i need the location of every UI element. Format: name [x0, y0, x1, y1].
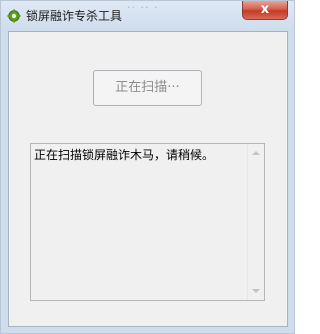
titlebar-ghost-text: ·· ·· · [127, 1, 159, 14]
title-bar[interactable]: 锁屏融诈专杀工具 ·· ·· · x [1, 1, 294, 31]
client-area: 正在扫描··· 正在扫描锁屏融诈木马，请稍候。 [8, 31, 288, 327]
window-title: 锁屏融诈专杀工具 [26, 9, 123, 23]
scan-log-textarea[interactable]: 正在扫描锁屏融诈木马，请稍候。 [30, 143, 265, 301]
app-window: 锁屏融诈专杀工具 ·· ·· · x 正在扫描··· 正在扫描锁屏融诈木马，请稍… [0, 0, 295, 334]
scan-button[interactable]: 正在扫描··· [93, 70, 202, 106]
close-icon: x [260, 2, 270, 17]
scroll-up-arrow-icon[interactable] [252, 151, 260, 155]
app-gear-icon [7, 8, 21, 23]
scroll-down-arrow-icon[interactable] [252, 289, 260, 293]
scan-log-text: 正在扫描锁屏融诈木马，请稍候。 [34, 148, 215, 162]
close-button[interactable]: x [242, 1, 288, 20]
vertical-scrollbar[interactable] [247, 144, 264, 300]
